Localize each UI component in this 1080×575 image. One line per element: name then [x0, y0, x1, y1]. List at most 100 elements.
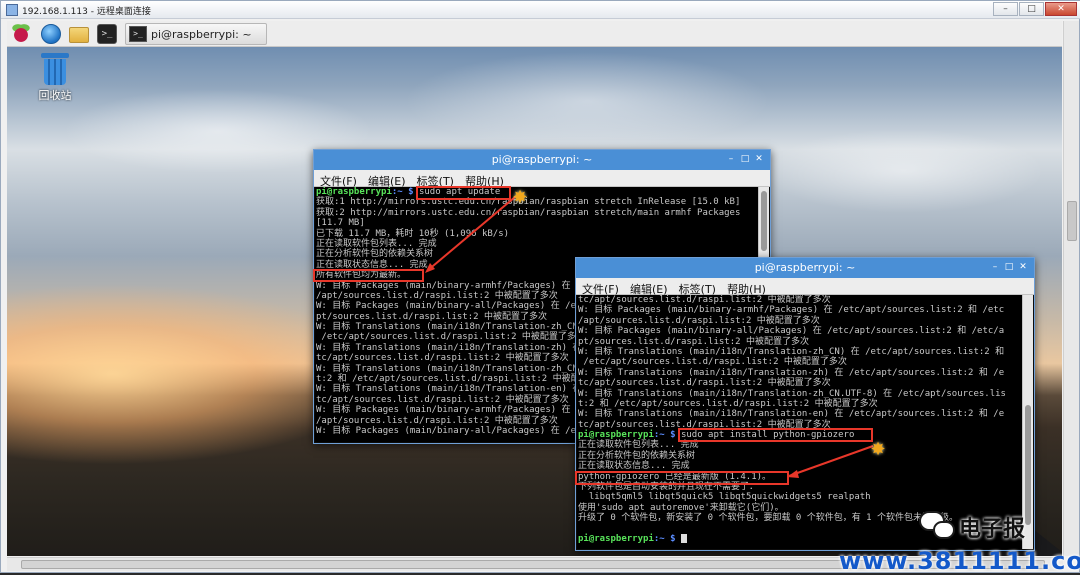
- terminal-line-text: W: 目标 Packages (main/binary-all/Packages…: [578, 326, 1005, 337]
- terminal-line-text: W: 目标 Translations (main/i18n/Translatio…: [578, 409, 1005, 420]
- terminal-2-titlebar[interactable]: pi@raspberrypi: ~ – □ ✕: [576, 258, 1034, 278]
- folder-icon[interactable]: [69, 27, 89, 43]
- terminal-line-text: t:2 和 /etc/apt/sources.list.d/raspi.list…: [316, 374, 616, 385]
- terminal-line-text: /etc/apt/sources.list.d/raspi.list:2 中被配…: [578, 357, 847, 368]
- terminal-1-close-button[interactable]: ✕: [754, 154, 764, 164]
- terminal-line-text: tc/apt/sources.list.d/raspi.list:2 中被配置了…: [578, 295, 831, 305]
- terminal-line-text: 获取:2 http://mirrors.ustc.edu.cn/raspbian…: [316, 207, 741, 218]
- terminal-line: pt/sources.list.d/raspi.list:2 中被配置了多次: [578, 337, 1022, 347]
- terminal-line-text: W: 目标 Translations (main/i18n/Translatio…: [578, 346, 1005, 357]
- terminal-line-text: libqt5qml5 libqt5quick5 libqt5quickwidge…: [578, 492, 871, 503]
- globe-icon[interactable]: [41, 24, 61, 44]
- terminal-line: W: 目标 Translations (main/i18n/Translatio…: [578, 347, 1022, 357]
- trash-desktop-icon[interactable]: 回收站: [35, 53, 75, 103]
- terminal-line-text: W: 目标 Translations (main/i18n/Translatio…: [578, 367, 1005, 378]
- terminal-line: W: 目标 Packages (main/binary-all/Packages…: [578, 326, 1022, 336]
- terminal-line-text: 已下载 11.7 MB，耗时 10秒 (1,096 kB/s): [316, 228, 510, 239]
- watermark-brand: 电子报: [959, 517, 1026, 542]
- desktop: >_ >_ pi@raspberrypi: ~ 回收站 pi@raspberry…: [7, 21, 1062, 556]
- terminal-icon[interactable]: >_: [97, 24, 117, 44]
- terminal-line-text: sudo apt install python-gpiozero: [675, 430, 855, 441]
- remote-desktop-vertical-scrollbar[interactable]: [1063, 21, 1079, 556]
- watermark: 电子报: [919, 507, 1059, 547]
- terminal-line: tc/apt/sources.list.d/raspi.list:2 中被配置了…: [578, 420, 1022, 430]
- taskbar-item-label: pi@raspberrypi: ~: [151, 28, 252, 41]
- terminal-1-title: pi@raspberrypi: ~: [491, 153, 593, 166]
- terminal-line: /etc/apt/sources.list.d/raspi.list:2 中被配…: [578, 357, 1022, 367]
- terminal-line-text: /apt/sources.list.d/raspi.list:2 中被配置了多次: [316, 415, 558, 426]
- terminal-line-text: 正在读取软件包列表... 完成: [316, 238, 437, 249]
- terminal-2-minimize-button[interactable]: –: [990, 262, 1000, 272]
- terminal-line: pi@raspberrypi:~ $ sudo apt update: [316, 187, 758, 197]
- terminal-line: libqt5qml5 libqt5quick5 libqt5quickwidge…: [578, 492, 1022, 502]
- terminal-line-text: 正在分析软件包的依赖关系树: [578, 450, 696, 461]
- text-cursor: [680, 533, 687, 543]
- close-button[interactable]: ✕: [1045, 2, 1077, 16]
- terminal-line-text: 升级了 0 个软件包，新安装了 0 个软件包，要卸载 0 个软件包，有 1 个软…: [578, 513, 959, 524]
- prompt-user: pi@raspberrypi: [316, 187, 392, 197]
- trash-label: 回收站: [38, 89, 72, 102]
- terminal-line: /apt/sources.list.d/raspi.list:2 中被配置了多次: [578, 316, 1022, 326]
- terminal-line-text: sudo apt update: [413, 187, 501, 197]
- terminal-1-scroll-thumb[interactable]: [761, 191, 767, 251]
- terminal-line-text: 所有软件包均为最新。: [316, 270, 407, 281]
- terminal-line-text: 使用'sudo apt autoremove'来卸载它(它们)。: [578, 502, 784, 513]
- terminal-line: 正在分析软件包的依赖关系树: [578, 451, 1022, 461]
- prompt-path: :~ $: [653, 430, 676, 441]
- terminal-line-text: 正在读取状态信息... 完成: [578, 461, 690, 472]
- terminal-line-text: 下列软件包是自动安装的并且现在不需要了：: [578, 482, 759, 493]
- terminal-2-maximize-button[interactable]: □: [1004, 262, 1014, 272]
- terminal-line: tc/apt/sources.list.d/raspi.list:2 中被配置了…: [578, 378, 1022, 388]
- terminal-line: W: 目标 Translations (main/i18n/Translatio…: [578, 389, 1022, 399]
- terminal-line-text: python-gpiozero 已经是最新版 (1.4.1)。: [578, 471, 772, 482]
- terminal-line: python-gpiozero 已经是最新版 (1.4.1)。: [578, 472, 1022, 482]
- terminal-line: t:2 和 /etc/apt/sources.list.d/raspi.list…: [578, 399, 1022, 409]
- remote-desktop-window: 192.168.1.113 - 远程桌面连接 – □ ✕ >_ >_ pi@ra…: [0, 0, 1080, 575]
- terminal-line-text: 正在读取软件包列表... 完成: [578, 440, 699, 451]
- terminal-line-text: tc/apt/sources.list.d/raspi.list:2 中被配置了…: [578, 419, 831, 430]
- terminal-line: 获取:1 http://mirrors.ustc.edu.cn/raspbian…: [316, 197, 758, 207]
- terminal-1-minimize-button[interactable]: –: [726, 154, 736, 164]
- prompt-path: :~ $: [653, 533, 676, 544]
- terminal-line: 正在读取软件包列表... 完成: [316, 239, 758, 249]
- terminal-line-text: 正在分析软件包的依赖关系树: [316, 249, 434, 260]
- terminal-line-text: 正在读取状态信息... 完成: [316, 259, 428, 270]
- terminal-line: 获取:2 http://mirrors.ustc.edu.cn/raspbian…: [316, 208, 758, 218]
- terminal-line: pi@raspberrypi:~ $ sudo apt install pyth…: [578, 430, 1022, 440]
- terminal-1-maximize-button[interactable]: □: [740, 154, 750, 164]
- terminal-line-text: tc/apt/sources.list.d/raspi.list:2 中被配置了…: [316, 353, 569, 364]
- terminal-line-text: /apt/sources.list.d/raspi.list:2 中被配置了多次: [578, 315, 820, 326]
- terminal-line: [11.7 MB]: [316, 218, 758, 228]
- wechat-icon: [919, 511, 955, 539]
- maximize-button[interactable]: □: [1019, 2, 1044, 16]
- prompt-user: pi@raspberrypi: [578, 430, 654, 441]
- terminal-1-menubar: 文件(F) 编辑(E) 标签(T) 帮助(H): [314, 170, 770, 188]
- terminal-line: W: 目标 Translations (main/i18n/Translatio…: [578, 409, 1022, 419]
- terminal-line: 下列软件包是自动安装的并且现在不需要了：: [578, 482, 1022, 492]
- terminal-line-text: pt/sources.list.d/raspi.list:2 中被配置了多次: [316, 311, 547, 322]
- taskbar-item-terminal[interactable]: >_ pi@raspberrypi: ~: [125, 23, 267, 45]
- remote-desktop-titlebar[interactable]: 192.168.1.113 - 远程桌面连接 – □ ✕: [1, 1, 1080, 19]
- terminal-line-text: /apt/sources.list.d/raspi.list:2 中被配置了多次: [316, 290, 558, 301]
- raspberry-icon[interactable]: [11, 24, 31, 44]
- terminal-icon: >_: [129, 26, 147, 42]
- terminal-2-title: pi@raspberrypi: ~: [754, 261, 856, 274]
- terminal-2-close-button[interactable]: ✕: [1018, 262, 1028, 272]
- taskbar: >_ >_ pi@raspberrypi: ~: [7, 21, 1062, 47]
- terminal-1-titlebar[interactable]: pi@raspberrypi: ~ – □ ✕: [314, 150, 770, 170]
- terminal-line-text: t:2 和 /etc/apt/sources.list.d/raspi.list…: [578, 398, 878, 409]
- terminal-line: 正在读取状态信息... 完成: [578, 461, 1022, 471]
- terminal-line-text: tc/apt/sources.list.d/raspi.list:2 中被配置了…: [316, 394, 569, 405]
- trash-icon: [40, 53, 70, 85]
- terminal-2-menubar: 文件(F) 编辑(E) 标签(T) 帮助(H): [576, 278, 1034, 296]
- terminal-line: W: 目标 Translations (main/i18n/Translatio…: [578, 368, 1022, 378]
- terminal-line: 已下载 11.7 MB，耗时 10秒 (1,096 kB/s): [316, 229, 758, 239]
- terminal-line-text: [11.7 MB]: [316, 218, 365, 229]
- terminal-line-text: W: 目标 Translations (main/i18n/Translatio…: [578, 388, 1006, 399]
- terminal-line-text: tc/apt/sources.list.d/raspi.list:2 中被配置了…: [578, 378, 831, 389]
- click-star-icon: ✸: [512, 187, 528, 208]
- terminal-line-text: W: 目标 Packages (main/binary-armhf/Packag…: [578, 305, 1005, 316]
- minimize-button[interactable]: –: [993, 2, 1018, 16]
- vertical-scroll-thumb[interactable]: [1067, 201, 1077, 241]
- terminal-line-text: pt/sources.list.d/raspi.list:2 中被配置了多次: [578, 336, 809, 347]
